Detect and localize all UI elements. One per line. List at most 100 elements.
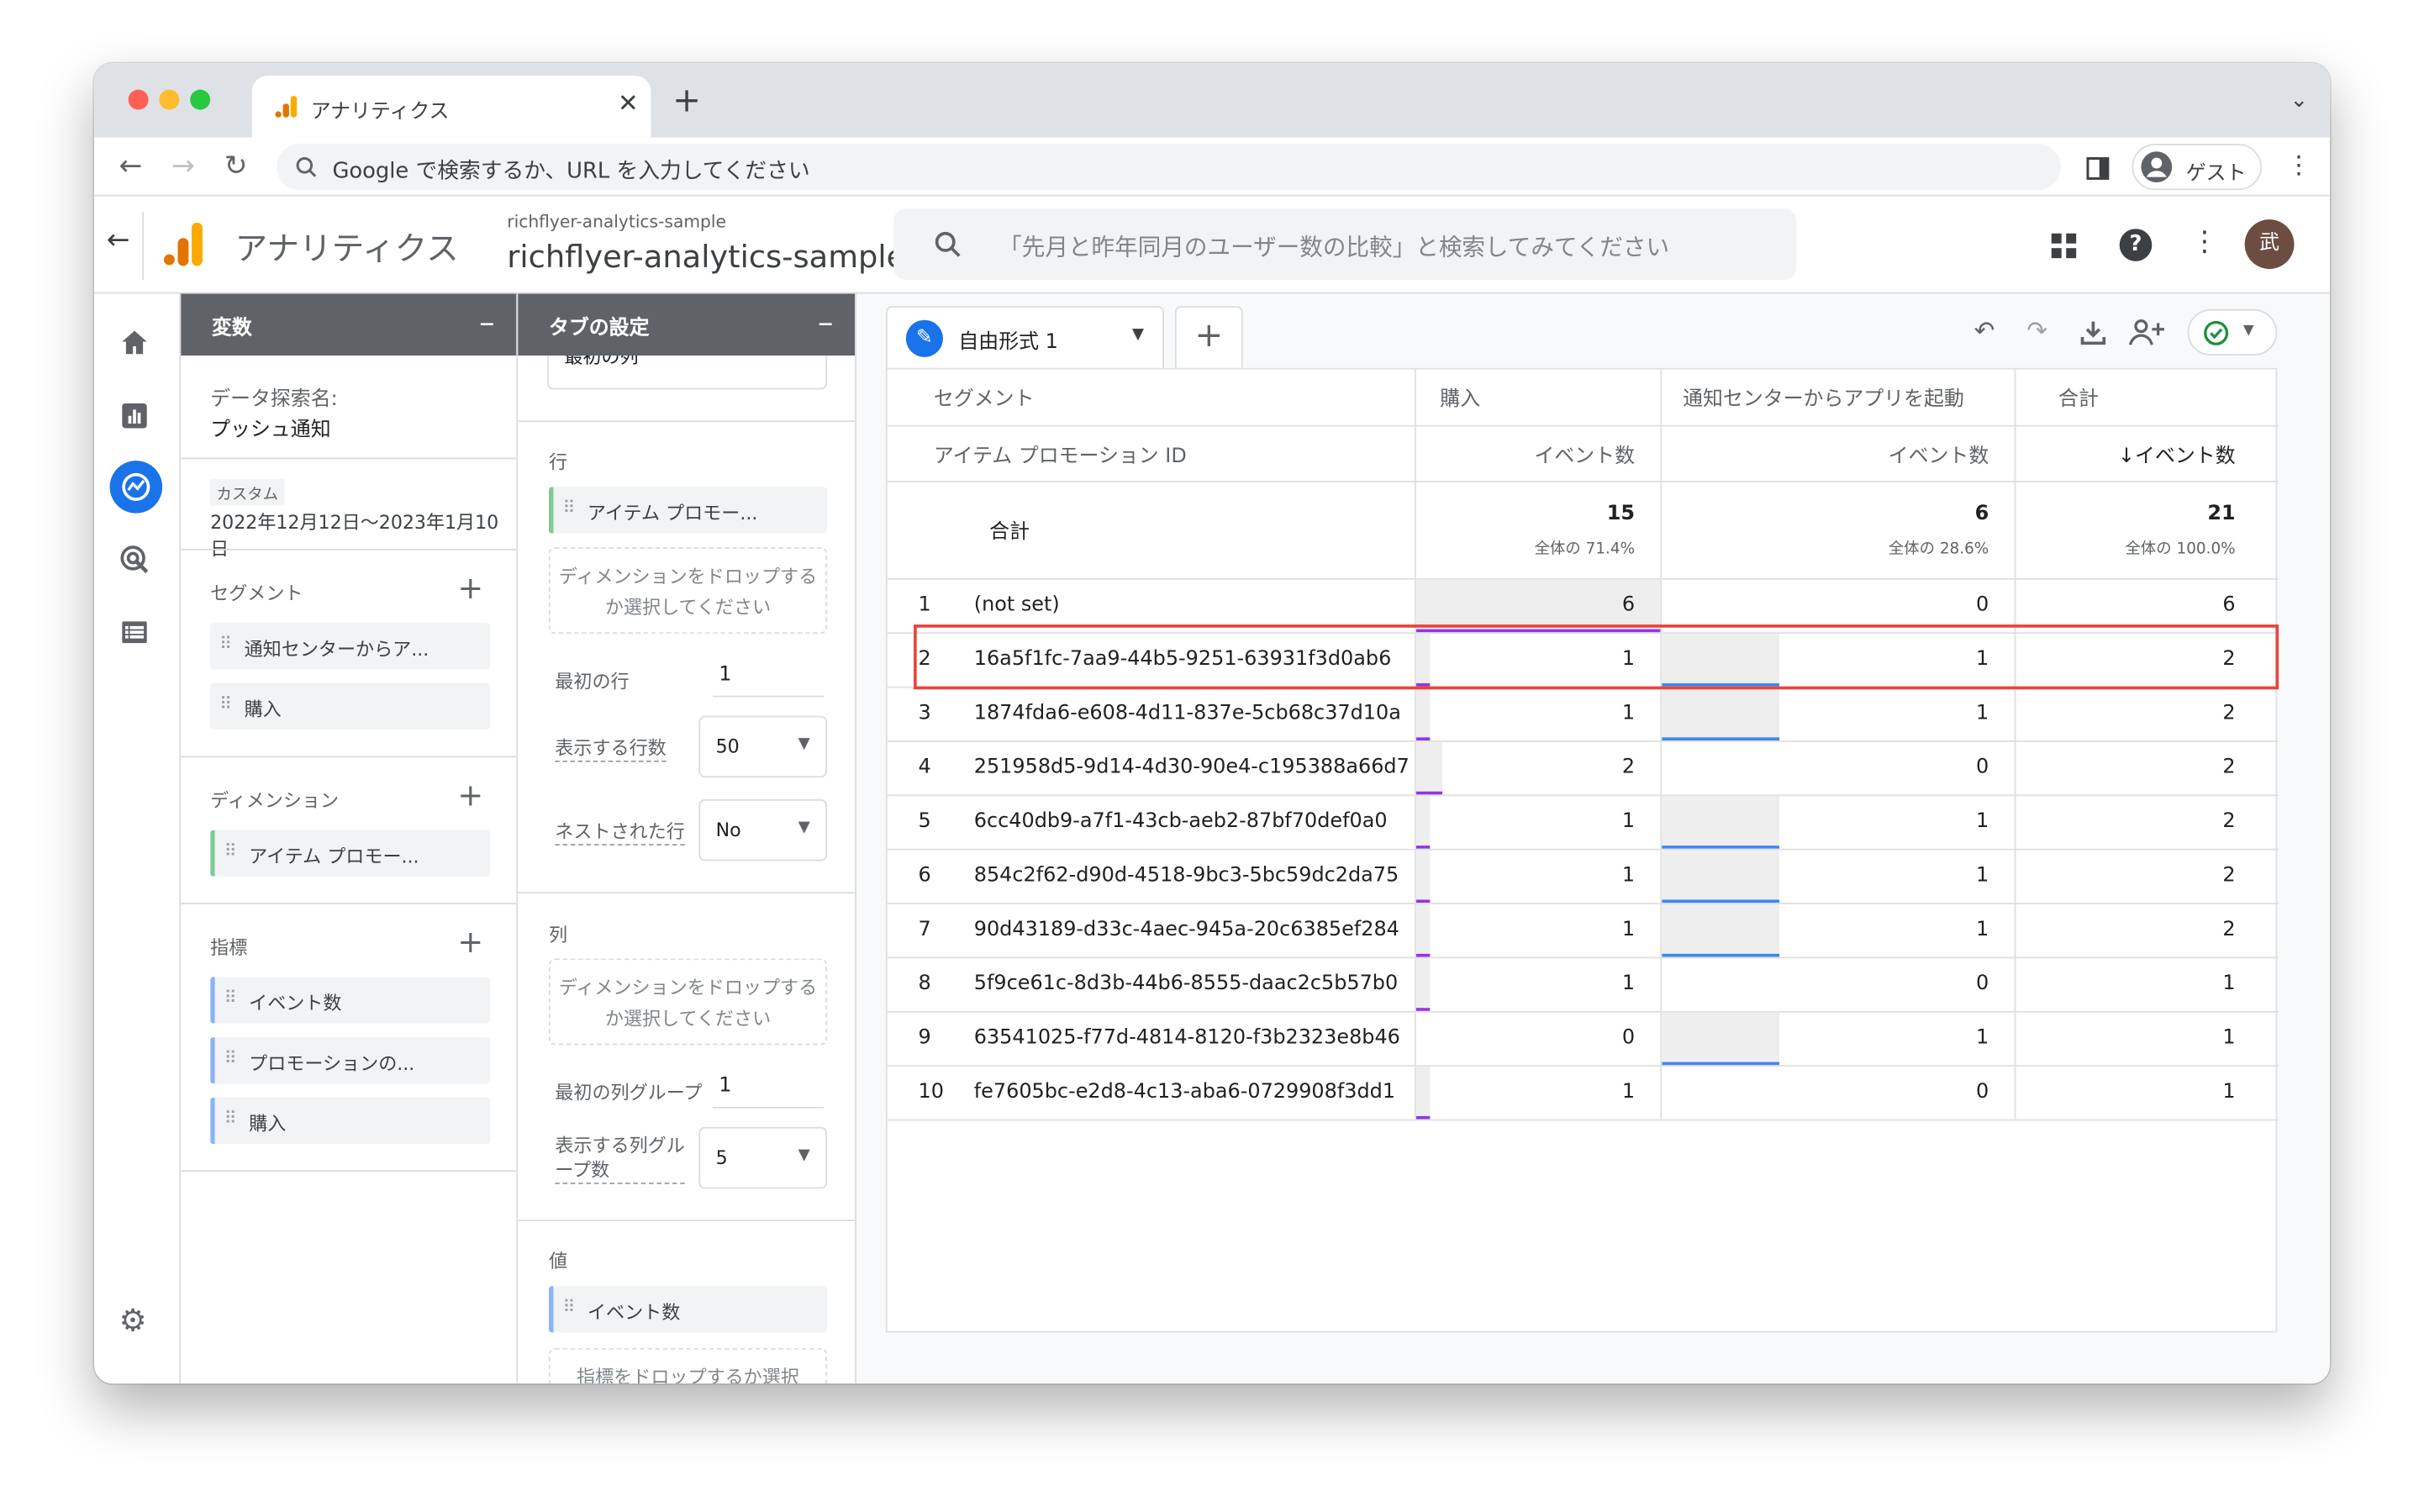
side-panel-icon[interactable] — [2085, 156, 2110, 181]
exploration-name[interactable]: プッシュ通知 — [210, 413, 330, 442]
drag-handle-icon: ⠿ — [219, 634, 232, 655]
user-avatar[interactable]: 武 — [2244, 219, 2295, 270]
table-row[interactable]: 7 90d43189-d33c-4aec-945a-20c6385ef284 1 1 2 — [887, 903, 2279, 958]
screen: アナリティクス ✕ + ⌄ ← → ↻ Google で検索するか、URL を入… — [0, 0, 2424, 1512]
undo-icon[interactable]: ↶ — [1974, 315, 1995, 345]
metric-chip[interactable]: ⠿ イベント数 — [210, 977, 491, 1024]
more-options-icon[interactable]: ⋮ — [2190, 226, 2218, 259]
share-icon[interactable] — [2128, 317, 2166, 348]
metric-chip[interactable]: ⠿ 購入 — [210, 1097, 491, 1145]
metric-value: 2 — [2222, 809, 2236, 834]
reports-icon[interactable] — [119, 400, 150, 431]
metric-value: 6 — [1621, 593, 1636, 617]
metric-drop-zone[interactable]: 指標をドロップするか選択 — [548, 1347, 828, 1384]
metric-column-header-sorted[interactable]: ↓イベント数 — [2014, 424, 2279, 482]
advertising-icon[interactable] — [119, 544, 150, 575]
redo-icon[interactable]: ↷ — [2026, 315, 2047, 345]
add-segment-button[interactable]: + — [457, 569, 483, 606]
divider — [518, 892, 856, 894]
add-dimension-button[interactable]: + — [457, 776, 483, 813]
zoom-window-button[interactable] — [190, 89, 211, 110]
table-row[interactable]: 6 854c2f62-d90d-4518-9bc3-5bc59dc2da75 1 1 2 — [887, 848, 2279, 904]
row-drop-zone[interactable]: ディメンションをドロップするか選択してください — [548, 547, 828, 635]
bar-line — [1415, 1115, 1430, 1118]
status-button[interactable]: ▼ — [2187, 308, 2278, 356]
table-row[interactable]: 1 (not set) 6 0 6 — [887, 577, 2279, 634]
collapse-variables-icon[interactable]: – — [479, 303, 494, 340]
segment-column-header[interactable]: 購入 — [1414, 369, 1662, 426]
first-column-group-input[interactable]: 1 — [712, 1072, 825, 1109]
address-bar[interactable]: Google で検索するか、URL を入力してください — [277, 144, 2061, 191]
account-name[interactable]: richflyer-analytics-sample — [507, 212, 726, 232]
add-metric-button[interactable]: + — [457, 923, 483, 960]
browser-tab[interactable]: アナリティクス ✕ — [251, 76, 651, 138]
tab-search-icon[interactable]: ⌄ — [2290, 88, 2308, 113]
status-dropdown-icon: ▼ — [2242, 323, 2254, 339]
configure-icon[interactable] — [119, 617, 150, 648]
nested-rows-select[interactable]: No ▼ — [698, 798, 828, 861]
property-selector[interactable]: richflyer-analytics-sample — [507, 238, 905, 275]
settings-gear-icon[interactable]: ⚙ — [119, 1302, 147, 1339]
minimize-window-button[interactable] — [159, 89, 180, 110]
metric-cell: 1 — [1660, 848, 2016, 904]
metric-column-header[interactable]: イベント数 — [1660, 424, 2016, 482]
add-tab-button[interactable]: + — [1174, 306, 1243, 368]
close-window-button[interactable] — [128, 89, 149, 110]
metric-chip[interactable]: ⠿ プロモーションの... — [210, 1037, 491, 1084]
column-drop-zone[interactable]: ディメンションをドロップするか選択してください — [548, 958, 828, 1046]
column-groups-select[interactable]: 5 ▼ — [698, 1126, 828, 1189]
metric-value: 1 — [1976, 1026, 1989, 1050]
metric-value: 1 — [2222, 1080, 2236, 1104]
close-tab-icon[interactable]: ✕ — [618, 88, 639, 118]
first-row-input[interactable]: 1 — [712, 660, 825, 698]
home-icon[interactable] — [119, 328, 150, 359]
left-nav-rail: ⚙ — [94, 293, 180, 1384]
rows-to-show-select[interactable]: 50 ▼ — [698, 715, 828, 778]
table-row[interactable]: 4 251958d5-9d14-4d30-90e4-c195388a66d7 2 0 2 — [887, 740, 2279, 796]
metric-value: 1 — [1976, 702, 1989, 725]
metric-cell: 1 — [1660, 686, 2016, 741]
bar-fill — [1415, 795, 1430, 847]
apps-grid-icon[interactable] — [2050, 232, 2078, 260]
table-row[interactable]: 3 1874fda6-e608-4d11-837e-5cb68c37d10a 1 1 2 — [887, 686, 2279, 741]
forward-icon[interactable]: → — [171, 150, 195, 182]
date-range[interactable]: 2022年12月12日〜2023年1月10日 — [210, 508, 516, 561]
table-row[interactable]: 10 fe7605bc-e2d8-4c13-aba6-0729908f3dd1 1 0… — [887, 1065, 2279, 1120]
back-arrow-icon[interactable]: ← — [107, 224, 130, 257]
segment-column-header[interactable]: 通知センターからアプリを起動 — [1660, 369, 2016, 426]
value-metric-chip[interactable]: ⠿ イベント数 — [548, 1286, 828, 1333]
download-icon[interactable] — [2079, 319, 2107, 346]
segment-chip[interactable]: ⠿ 通知センターからア... — [210, 623, 491, 670]
divider — [181, 548, 517, 551]
metric-value: 2 — [1621, 756, 1636, 780]
reload-icon[interactable]: ↻ — [224, 150, 248, 182]
row-dimension-chip[interactable]: ⠿ アイテム プロモー... — [548, 487, 828, 534]
global-search[interactable]: 「先月と昨年同月のユーザー数の比較」と検索してみてください — [893, 208, 1797, 280]
new-tab-button[interactable]: + — [672, 82, 701, 120]
table-row[interactable]: 8 5f9ce61c-8d3b-44b6-8555-daac2c5b57b0 1 0 1 — [887, 956, 2279, 1012]
metric-cell: 1 — [1414, 956, 1662, 1012]
table-row[interactable]: 2 16a5f1fc-7aa9-44b5-9251-63931f3d0ab6 1 1 2 — [887, 632, 2279, 688]
dimension-header[interactable]: アイテム プロモーション ID — [887, 424, 1415, 482]
edit-pencil-icon[interactable]: ✎ — [905, 319, 943, 357]
tab-menu-arrow-icon[interactable]: ▼ — [1132, 326, 1144, 343]
explore-icon[interactable] — [109, 461, 163, 514]
collapse-tab-settings-icon[interactable]: – — [818, 303, 833, 340]
rows-label: 行 — [548, 451, 568, 473]
app-header: ← アナリティクス richflyer-analytics-sample ric… — [94, 196, 2330, 294]
metric-column-header[interactable]: イベント数 — [1414, 424, 1662, 482]
segment-chip[interactable]: ⠿ 購入 — [210, 682, 491, 730]
browser-menu-icon[interactable]: ⋮ — [2286, 150, 2311, 179]
table-row[interactable]: 5 6cc40db9-a7f1-43cb-aeb2-87bf70def0a0 1 1 2 — [887, 794, 2279, 850]
back-icon[interactable]: ← — [119, 150, 143, 182]
dimension-chip[interactable]: ⠿ アイテム プロモー... — [210, 830, 491, 877]
variables-panel: 変数 – データ探索名: プッシュ通知 カスタム 2022年12月12日〜202… — [179, 293, 519, 1384]
metric-cell: 0 — [1660, 1065, 2016, 1120]
profile-button[interactable]: ゲスト — [2132, 144, 2262, 191]
app-name: アナリティクス — [234, 230, 459, 268]
table-row[interactable]: 9 63541025-f77d-4814-8120-f3b2323e8b46 0 1 1 — [887, 1010, 2279, 1067]
tab-free-form[interactable]: ✎ 自由形式 1 ▼ — [885, 306, 1164, 368]
tab-title: アナリティクス — [310, 100, 450, 124]
help-icon[interactable]: ? — [2119, 229, 2153, 261]
row-index: 2 — [918, 647, 931, 672]
